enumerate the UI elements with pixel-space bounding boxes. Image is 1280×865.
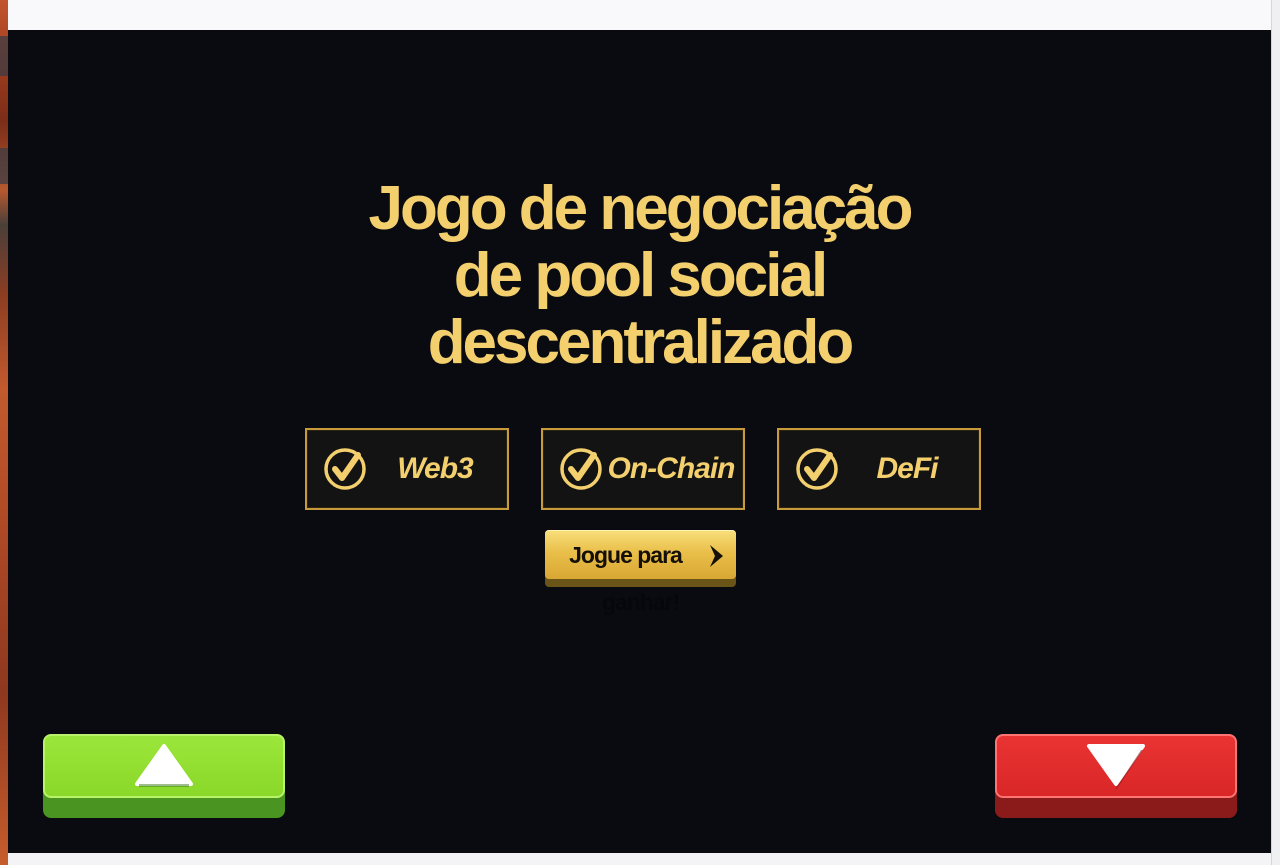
desktop-left-edge [0, 0, 8, 865]
feature-label: Web3 [397, 452, 473, 485]
triangle-up-icon [135, 744, 193, 787]
title-line-1: Jogo de negociação [368, 174, 913, 243]
check-circle-icon [324, 448, 366, 490]
feature-label: DeFi [876, 452, 938, 485]
browser-top-bar [8, 0, 1271, 30]
game-canvas: Jogo de negociação de pool social descen… [8, 30, 1271, 853]
browser-bottom-bar [8, 853, 1271, 865]
play-button-label-overflow: ganhar! [601, 589, 680, 615]
feature-badge-defi: DeFi [777, 428, 981, 510]
play-to-earn-button[interactable]: Jogue para ganhar! [545, 530, 736, 615]
desktop-thumbnail [0, 36, 8, 76]
down-button[interactable] [995, 734, 1237, 818]
triangle-down-icon [1087, 744, 1145, 790]
check-circle-icon [796, 448, 838, 490]
up-button[interactable] [43, 734, 285, 818]
chevron-right-icon [710, 545, 723, 567]
title-line-2: de pool social [453, 241, 828, 310]
scrollbar[interactable] [1271, 0, 1280, 865]
check-circle-icon [560, 448, 602, 490]
feature-badge-web3: Web3 [305, 428, 509, 510]
desktop-thumbnail [0, 148, 8, 184]
feature-badge-on-chain: On-Chain [541, 428, 745, 510]
title-line-3: descentralizado [427, 308, 855, 377]
page-title: Jogo de negociação de pool social descen… [8, 175, 1271, 376]
feature-label: On-Chain [607, 452, 736, 485]
